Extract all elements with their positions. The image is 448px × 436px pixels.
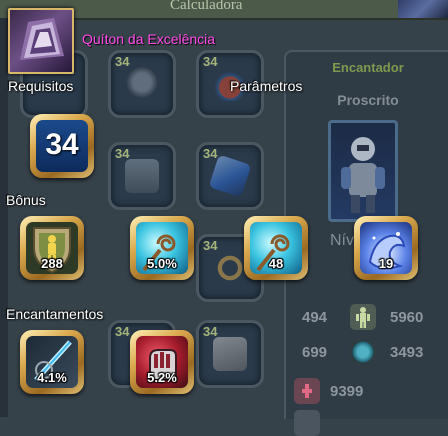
bonus-value: 48 — [268, 256, 284, 271]
level-badge-inner: 34 — [36, 120, 88, 172]
bonus-item[interactable]: 19 — [354, 216, 418, 280]
bonus-value: 288 — [41, 256, 63, 271]
slot-level: 34 — [203, 146, 218, 161]
bonus-value: 19 — [378, 256, 394, 271]
equipment-slot[interactable]: 34 — [196, 142, 264, 210]
bonus-icon-frame: 5.0% — [136, 222, 188, 274]
stat-value: 9399 — [330, 383, 364, 400]
helmet-icon — [125, 67, 159, 101]
enchantment-item[interactable]: 5.2% — [130, 330, 194, 394]
corner-item-icon — [398, 0, 448, 18]
enchantments-label: Encantamentos — [6, 306, 104, 322]
equipment-slot[interactable]: 34 — [108, 142, 176, 210]
window-title: Calculadora — [170, 0, 243, 13]
slot-level: 34 — [115, 324, 130, 339]
enchanter-title: Encantador — [332, 60, 404, 75]
enchantment-item[interactable]: 4.1% — [20, 330, 84, 394]
enchanter-portrait[interactable] — [328, 120, 398, 222]
bonus-value: 5.0% — [147, 256, 177, 271]
item-portrait — [8, 8, 74, 74]
left-strip — [0, 18, 8, 417]
equipment-slot[interactable]: 34 — [108, 50, 176, 118]
level-label: Nív — [330, 232, 354, 249]
equipment-slot[interactable]: 34 — [196, 320, 264, 388]
stat-value: 699 — [302, 344, 328, 361]
requirement-level-badge: 34 — [30, 114, 94, 178]
stat-icon — [294, 410, 320, 436]
enchantment-icon-frame: 4.1% — [26, 336, 78, 388]
enchantment-value: 5.2% — [147, 370, 177, 385]
bonus-item[interactable]: 5.0% — [130, 216, 194, 280]
tunic-icon — [20, 18, 64, 60]
requirements-label: Requisitos — [8, 78, 74, 94]
enchanter-class: Proscrito — [337, 92, 399, 108]
ring-icon — [213, 251, 247, 285]
stat-value: 494 — [302, 309, 328, 326]
enchantment-icon-frame: 5.2% — [136, 336, 188, 388]
parameters-label: Parâmetros — [230, 78, 303, 94]
stat-value: 5960 — [390, 309, 424, 326]
swirl-stat-icon — [350, 339, 376, 365]
body-stat-icon — [350, 304, 376, 330]
robe-icon — [125, 159, 159, 193]
enchantment-value: 4.1% — [37, 370, 67, 385]
bracer-icon — [213, 337, 247, 371]
bonus-label: Bônus — [6, 192, 46, 208]
bonus-icon-frame: 19 — [360, 222, 412, 274]
crystal-icon — [208, 154, 252, 198]
stat-value: 3493 — [390, 344, 424, 361]
required-level: 34 — [45, 128, 79, 161]
bonus-icon-frame: 288 — [26, 222, 78, 274]
bonus-icon-frame: 48 — [250, 222, 302, 274]
bonus-item[interactable]: 48 — [244, 216, 308, 280]
health-cross-icon — [294, 378, 320, 404]
bonus-item[interactable]: 288 — [20, 216, 84, 280]
item-name: Quíton da Excelência — [82, 31, 216, 47]
knight-icon — [341, 137, 385, 213]
